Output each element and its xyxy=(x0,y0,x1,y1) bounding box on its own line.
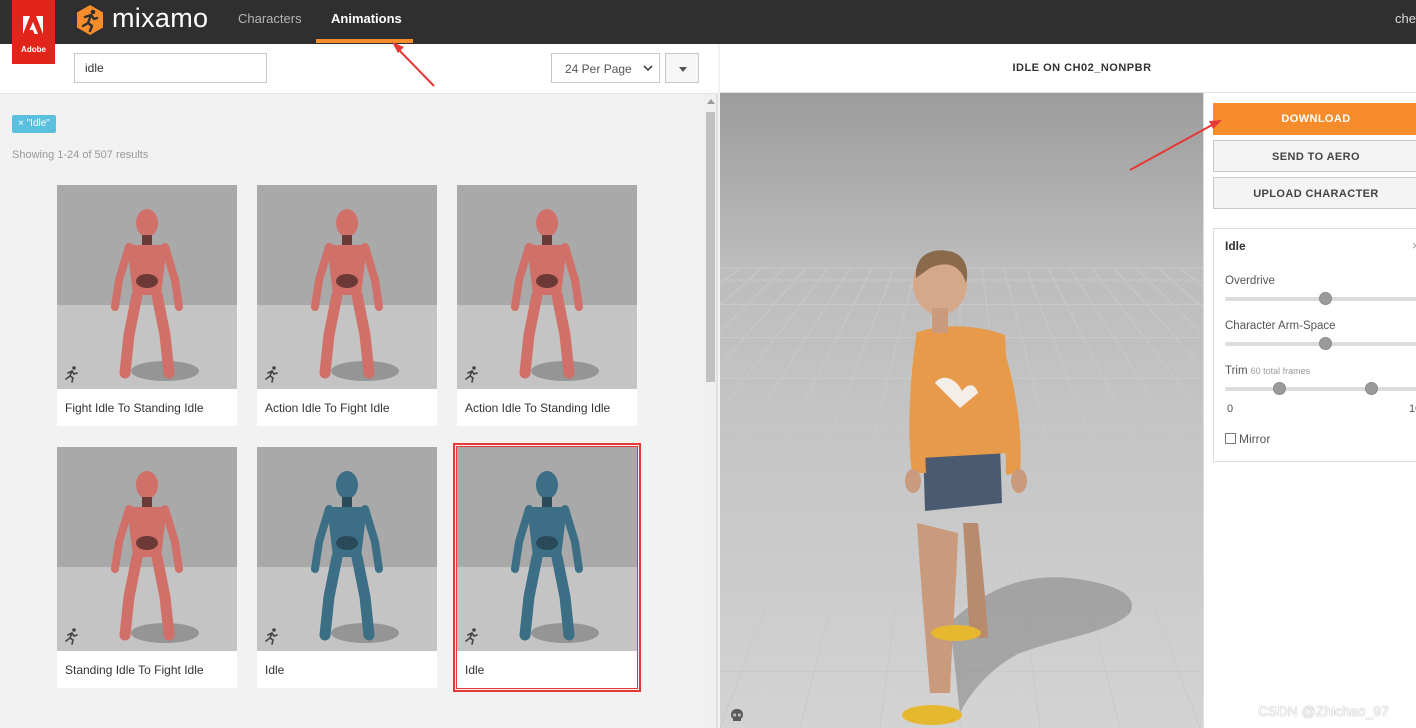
arm-space-slider-knob[interactable] xyxy=(1318,337,1332,350)
trim-start-knob[interactable] xyxy=(1272,382,1286,395)
viewer-title: IDLE ON CH02_NONPBR xyxy=(1012,62,1152,74)
animation-card[interactable]: Fight Idle To Standing Idle xyxy=(57,185,237,426)
animation-card-label: Action Idle To Fight Idle xyxy=(265,401,390,415)
animation-card[interactable]: Action Idle To Standing Idle xyxy=(457,185,637,426)
viewer-header: IDLE ON CH02_NONPBR xyxy=(720,44,1416,93)
settings-title: Idle xyxy=(1225,239,1246,253)
motion-icon xyxy=(65,628,78,645)
overdrive-slider-knob[interactable] xyxy=(1318,292,1332,305)
trim-min-value: 0 xyxy=(1227,403,1234,415)
animation-card[interactable]: Action Idle To Fight Idle xyxy=(257,185,437,426)
trim-max-value: 100 xyxy=(1409,403,1416,415)
animation-card-label: Fight Idle To Standing Idle xyxy=(65,401,204,415)
results-count: Showing 1-24 of 507 results xyxy=(12,149,149,161)
animation-card-label: Standing Idle To Fight Idle xyxy=(65,663,204,677)
trim-label-text: Trim xyxy=(1225,365,1248,377)
tab-characters[interactable]: Characters xyxy=(238,11,302,26)
chevron-down-icon xyxy=(643,65,653,72)
motion-icon xyxy=(465,628,478,645)
motion-icon xyxy=(265,366,278,383)
motion-icon xyxy=(265,628,278,645)
mirror-checkbox[interactable]: Mirror xyxy=(1225,432,1270,446)
sort-dropdown-button[interactable] xyxy=(665,53,699,83)
active-tab-indicator xyxy=(316,39,413,43)
watermark: CSDN @Zhichao_97 xyxy=(1258,703,1389,719)
trim-frames-note: 60 total frames xyxy=(1250,366,1311,376)
tab-animations[interactable]: Animations xyxy=(331,11,402,26)
trim-end-knob[interactable] xyxy=(1364,382,1378,395)
search-input[interactable] xyxy=(74,53,267,83)
arm-space-slider[interactable] xyxy=(1225,337,1416,350)
send-to-aero-button[interactable]: SEND TO AERO xyxy=(1213,140,1416,172)
animation-browser: 24 Per Page × "Idle" Showing 1-24 of 507… xyxy=(0,44,718,728)
animation-card-label: Idle xyxy=(265,663,285,677)
animation-card-label: Idle xyxy=(465,663,485,677)
animation-card[interactable]: Standing Idle To Fight Idle xyxy=(57,447,237,688)
browser-scrollbar[interactable] xyxy=(704,94,716,728)
animation-settings-panel: DOWNLOAD SEND TO AERO UPLOAD CHARACTER I… xyxy=(1203,93,1416,728)
adobe-a-icon xyxy=(23,16,43,34)
adobe-logo[interactable]: Adobe xyxy=(12,0,55,64)
arm-space-label: Character Arm-Space xyxy=(1225,320,1336,332)
3d-viewport[interactable] xyxy=(720,93,1203,728)
animation-thumbnail[interactable] xyxy=(57,447,237,651)
checkbox-icon[interactable] xyxy=(1225,433,1236,444)
top-navigation-bar: mixamo Characters Animations che xyxy=(0,0,1416,44)
upload-character-button[interactable]: UPLOAD CHARACTER xyxy=(1213,177,1416,209)
animation-card[interactable]: Idle xyxy=(453,443,641,692)
motion-icon xyxy=(465,366,478,383)
browser-toolbar: 24 Per Page xyxy=(0,44,718,94)
trim-range-slider[interactable] xyxy=(1225,382,1416,395)
download-button[interactable]: DOWNLOAD xyxy=(1213,103,1416,135)
animation-thumbnail[interactable] xyxy=(257,185,437,389)
mixamo-logo-icon[interactable] xyxy=(75,4,105,36)
animation-thumbnail[interactable] xyxy=(257,447,437,651)
mixamo-app: mixamo Characters Animations che Adobe 2… xyxy=(0,0,1416,728)
overdrive-slider[interactable] xyxy=(1225,292,1416,305)
animation-card[interactable]: Idle xyxy=(257,447,437,688)
per-page-value: 24 Per Page xyxy=(565,62,632,76)
animation-thumbnail[interactable] xyxy=(457,185,637,389)
skeleton-toggle-icon[interactable] xyxy=(729,708,745,724)
animation-card-label: Action Idle To Standing Idle xyxy=(465,401,611,415)
animation-thumbnail[interactable] xyxy=(457,447,637,651)
mirror-label: Mirror xyxy=(1239,432,1271,446)
animation-thumbnail[interactable] xyxy=(57,185,237,389)
per-page-select[interactable]: 24 Per Page xyxy=(551,53,660,83)
close-icon[interactable]: × xyxy=(1412,238,1416,253)
mixamo-wordmark[interactable]: mixamo xyxy=(112,3,208,34)
overdrive-label: Overdrive xyxy=(1225,275,1275,287)
adobe-label: Adobe xyxy=(21,45,46,54)
user-menu[interactable]: che xyxy=(1395,11,1416,26)
filter-chip-idle[interactable]: × "Idle" xyxy=(12,115,56,133)
caret-down-icon xyxy=(679,67,687,72)
trim-label: Trim 60 total frames xyxy=(1225,365,1310,377)
motion-icon xyxy=(65,366,78,383)
scroll-up-arrow-icon[interactable] xyxy=(707,99,715,104)
animation-settings-card: Idle × Overdrive 50 Character Arm-Space … xyxy=(1213,228,1416,462)
scrollbar-thumb[interactable] xyxy=(706,112,715,382)
